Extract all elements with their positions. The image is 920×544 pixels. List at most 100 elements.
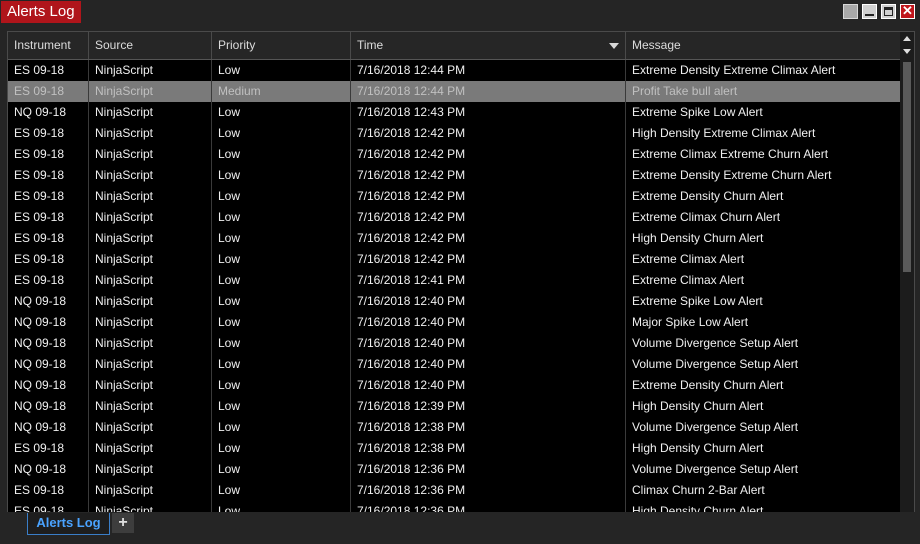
table-row[interactable]: ES 09-18 NinjaScript Low 7/16/2018 12:42 PM… xyxy=(8,207,900,228)
time-cell: 7/16/2018 12:40 PM xyxy=(351,375,626,396)
column-header-source[interactable]: Source xyxy=(89,32,212,59)
grid-rows: ES 09-18 NinjaScript Low 7/16/2018 12:44 PM… xyxy=(8,60,900,513)
grid-header: Instrument Source Priority Time Message xyxy=(8,32,914,60)
source-cell: NinjaScript xyxy=(89,417,212,438)
priority-cell: Low xyxy=(212,144,351,165)
priority-cell: Low xyxy=(212,375,351,396)
column-header-priority[interactable]: Priority xyxy=(212,32,351,59)
scroll-thumb[interactable] xyxy=(903,62,911,272)
time-cell: 7/16/2018 12:42 PM xyxy=(351,228,626,249)
source-cell: NinjaScript xyxy=(89,144,212,165)
table-row[interactable]: NQ 09-18 NinjaScript Low 7/16/2018 12:40 PM… xyxy=(8,375,900,396)
time-cell: 7/16/2018 12:40 PM xyxy=(351,333,626,354)
source-cell: NinjaScript xyxy=(89,312,212,333)
table-row[interactable]: NQ 09-18 NinjaScript Low 7/16/2018 12:40 PM… xyxy=(8,291,900,312)
source-cell: NinjaScript xyxy=(89,228,212,249)
time-cell: 7/16/2018 12:43 PM xyxy=(351,102,626,123)
table-row[interactable]: ES 09-18 NinjaScript Low 7/16/2018 12:42 PM… xyxy=(8,228,900,249)
priority-cell: Low xyxy=(212,480,351,501)
time-cell: 7/16/2018 12:40 PM xyxy=(351,291,626,312)
table-row[interactable]: ES 09-18 NinjaScript Low 7/16/2018 12:42 PM… xyxy=(8,165,900,186)
message-cell: Extreme Climax Alert xyxy=(632,273,745,287)
maximize-icon[interactable] xyxy=(881,4,896,19)
table-row[interactable]: NQ 09-18 NinjaScript Low 7/16/2018 12:36 PM… xyxy=(8,459,900,480)
column-header-time-label: Time xyxy=(357,38,384,52)
table-row[interactable]: ES 09-18 NinjaScript Low 7/16/2018 12:42 PM… xyxy=(8,144,900,165)
add-tab-icon[interactable]: + xyxy=(112,513,134,533)
time-cell: 7/16/2018 12:44 PM xyxy=(351,81,626,102)
time-cell: 7/16/2018 12:39 PM xyxy=(351,396,626,417)
time-cell: 7/16/2018 12:36 PM xyxy=(351,480,626,501)
message-cell: Extreme Climax Alert xyxy=(632,252,745,266)
minimize-icon[interactable] xyxy=(862,4,877,19)
window-title: Alerts Log xyxy=(1,1,81,23)
time-cell: 7/16/2018 12:38 PM xyxy=(351,438,626,459)
source-cell: NinjaScript xyxy=(89,165,212,186)
table-row[interactable]: ES 09-18 NinjaScript Low 7/16/2018 12:41 PM… xyxy=(8,270,900,291)
priority-cell: Low xyxy=(212,354,351,375)
source-cell: NinjaScript xyxy=(89,60,212,81)
message-cell: Volume Divergence Setup Alert xyxy=(632,336,799,350)
source-cell: NinjaScript xyxy=(89,333,212,354)
instrument-cell: ES 09-18 xyxy=(8,165,89,186)
source-cell: NinjaScript xyxy=(89,354,212,375)
close-icon[interactable]: ✕ xyxy=(900,4,915,19)
tab-alerts-log[interactable]: Alerts Log xyxy=(27,513,110,535)
instrument-cell: NQ 09-18 xyxy=(8,102,89,123)
instrument-cell: ES 09-18 xyxy=(8,249,89,270)
table-row[interactable]: ES 09-18 NinjaScript Low 7/16/2018 12:44 PM… xyxy=(8,60,900,81)
table-row[interactable]: ES 09-18 NinjaScript Medium 7/16/2018 12:44… xyxy=(8,81,900,102)
source-cell: NinjaScript xyxy=(89,81,212,102)
table-row[interactable]: NQ 09-18 NinjaScript Low 7/16/2018 12:40 PM… xyxy=(8,333,900,354)
table-row[interactable]: ES 09-18 NinjaScript Low 7/16/2018 12:42 PM… xyxy=(8,186,900,207)
source-cell: NinjaScript xyxy=(89,270,212,291)
message-cell: Profit Take bull alert xyxy=(632,84,738,98)
priority-cell: Low xyxy=(212,165,351,186)
priority-cell: Low xyxy=(212,249,351,270)
source-cell: NinjaScript xyxy=(89,396,212,417)
column-header-time[interactable]: Time xyxy=(351,32,626,59)
instrument-cell: ES 09-18 xyxy=(8,60,89,81)
scroll-up-icon[interactable] xyxy=(903,36,911,41)
message-cell: Volume Divergence Setup Alert xyxy=(632,462,799,476)
message-cell: Extreme Density Extreme Climax Alert xyxy=(632,63,836,77)
instrument-cell: ES 09-18 xyxy=(8,186,89,207)
table-row[interactable]: ES 09-18 NinjaScript Low 7/16/2018 12:42 PM… xyxy=(8,123,900,144)
table-row[interactable]: NQ 09-18 NinjaScript Low 7/16/2018 12:40 PM… xyxy=(8,354,900,375)
instrument-cell: ES 09-18 xyxy=(8,81,89,102)
table-row[interactable]: NQ 09-18 NinjaScript Low 7/16/2018 12:38 PM… xyxy=(8,417,900,438)
instrument-cell: NQ 09-18 xyxy=(8,396,89,417)
source-cell: NinjaScript xyxy=(89,249,212,270)
message-cell: Extreme Density Extreme Churn Alert xyxy=(632,168,832,182)
column-header-message[interactable]: Message xyxy=(626,32,900,59)
priority-cell: Medium xyxy=(212,81,351,102)
table-row[interactable]: NQ 09-18 NinjaScript Low 7/16/2018 12:39 PM… xyxy=(8,396,900,417)
source-cell: NinjaScript xyxy=(89,438,212,459)
table-row[interactable]: ES 09-18 NinjaScript Low 7/16/2018 12:36 PM… xyxy=(8,480,900,501)
message-cell: Extreme Density Churn Alert xyxy=(632,189,784,203)
message-cell: High Density Churn Alert xyxy=(632,399,764,413)
message-cell: Extreme Climax Extreme Churn Alert xyxy=(632,147,829,161)
time-cell: 7/16/2018 12:42 PM xyxy=(351,165,626,186)
time-cell: 7/16/2018 12:42 PM xyxy=(351,186,626,207)
time-cell: 7/16/2018 12:38 PM xyxy=(351,417,626,438)
message-cell: High Density Extreme Climax Alert xyxy=(632,126,816,140)
table-row[interactable]: NQ 09-18 NinjaScript Low 7/16/2018 12:43 PM… xyxy=(8,102,900,123)
table-row[interactable]: NQ 09-18 NinjaScript Low 7/16/2018 12:40 PM… xyxy=(8,312,900,333)
priority-cell: Low xyxy=(212,123,351,144)
priority-cell: Low xyxy=(212,312,351,333)
vertical-scrollbar[interactable] xyxy=(900,32,914,513)
instrument-cell: ES 09-18 xyxy=(8,480,89,501)
column-header-instrument[interactable]: Instrument xyxy=(8,32,89,59)
window-square-icon[interactable] xyxy=(843,4,858,19)
priority-cell: Low xyxy=(212,228,351,249)
scroll-down-icon[interactable] xyxy=(903,49,911,54)
table-row[interactable]: ES 09-18 NinjaScript Low 7/16/2018 12:38 PM… xyxy=(8,438,900,459)
message-cell: Climax Churn 2-Bar Alert xyxy=(632,483,765,497)
instrument-cell: NQ 09-18 xyxy=(8,333,89,354)
table-row[interactable]: ES 09-18 NinjaScript Low 7/16/2018 12:42 PM… xyxy=(8,249,900,270)
message-cell: High Density Churn Alert xyxy=(632,441,764,455)
instrument-cell: ES 09-18 xyxy=(8,144,89,165)
priority-cell: Low xyxy=(212,459,351,480)
message-cell: Extreme Density Churn Alert xyxy=(632,378,784,392)
